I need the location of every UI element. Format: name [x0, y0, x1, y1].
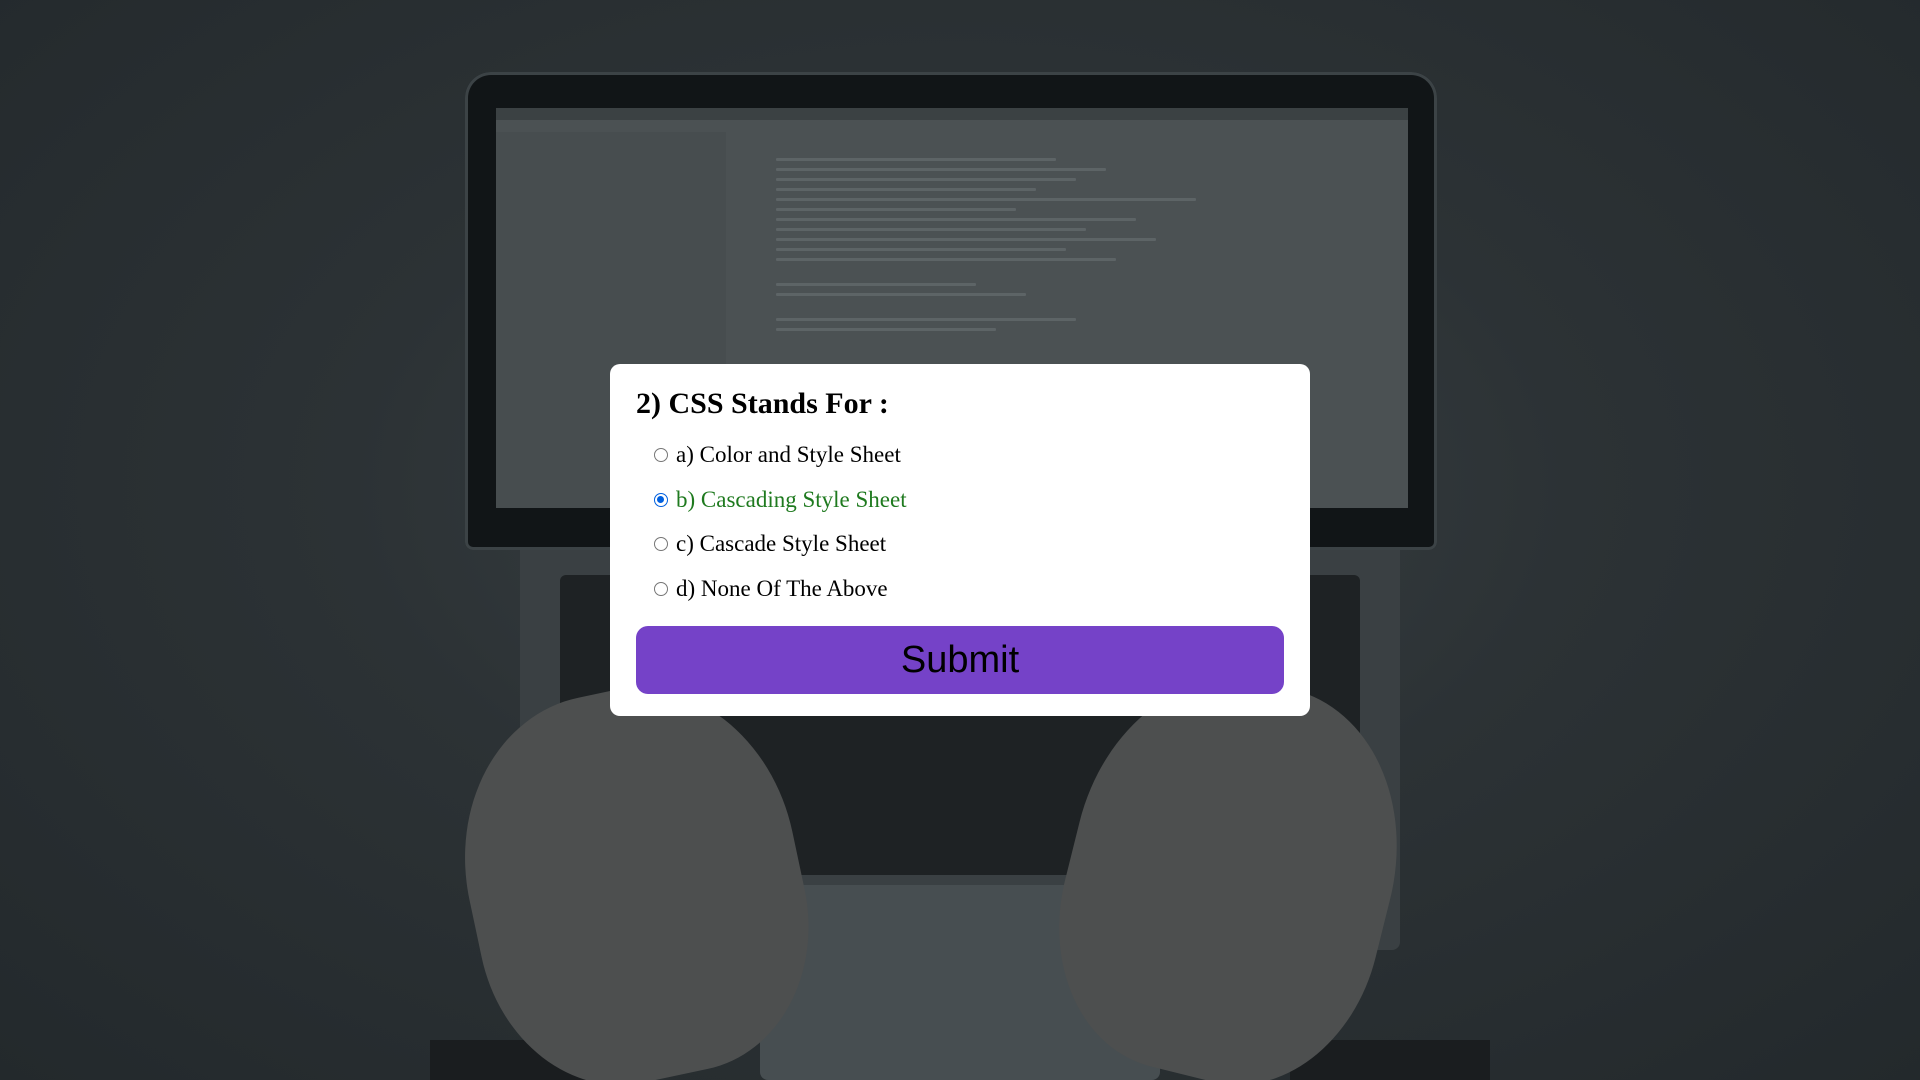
radio-button[interactable] [654, 448, 668, 463]
code-line [776, 293, 1026, 296]
option-a[interactable]: a) Color and Style Sheet [654, 433, 1284, 478]
question-title: 2) CSS Stands For : [636, 387, 889, 420]
code-line [776, 258, 1116, 261]
code-line [776, 168, 1106, 171]
answer-options: a) Color and Style Sheet b) Cascading St… [636, 433, 1284, 611]
code-line [776, 218, 1136, 221]
option-c[interactable]: c) Cascade Style Sheet [654, 522, 1284, 567]
code-line [776, 158, 1056, 161]
submit-button[interactable]: Submit [636, 626, 1284, 694]
option-label: b) Cascading Style Sheet [676, 486, 907, 512]
code-line [776, 318, 1076, 321]
code-line [776, 208, 1016, 211]
option-b[interactable]: b) Cascading Style Sheet [654, 478, 1284, 523]
radio-button[interactable] [654, 537, 668, 552]
option-label: d) None Of The Above [676, 575, 888, 601]
option-label: c) Cascade Style Sheet [676, 531, 887, 557]
code-line [776, 283, 976, 286]
code-line [776, 178, 1076, 181]
ide-menubar [496, 108, 1408, 120]
code-line [776, 228, 1086, 231]
code-line [776, 238, 1156, 241]
code-line [776, 328, 996, 331]
option-label: a) Color and Style Sheet [676, 442, 901, 468]
option-d[interactable]: d) None Of The Above [654, 567, 1284, 612]
radio-button[interactable] [654, 492, 668, 507]
quiz-card: 2) CSS Stands For : a) Color and Style S… [610, 364, 1310, 716]
radio-button[interactable] [654, 581, 668, 596]
code-line [776, 198, 1196, 201]
code-line [776, 188, 1036, 191]
code-line [776, 248, 1066, 251]
